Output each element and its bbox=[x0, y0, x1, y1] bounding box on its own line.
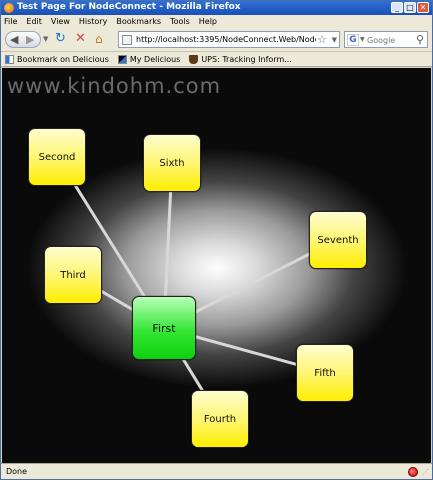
status-text: Done bbox=[6, 467, 28, 476]
maximize-button[interactable]: □ bbox=[404, 2, 416, 13]
record-indicator-icon[interactable] bbox=[408, 467, 418, 477]
address-bar[interactable]: http://localhost:3395/NodeConnect.Web/No… bbox=[118, 31, 340, 48]
search-icon[interactable]: ⚲ bbox=[416, 33, 424, 46]
ups-icon bbox=[189, 54, 199, 64]
menu-edit[interactable]: Edit bbox=[26, 17, 42, 26]
engine-dropdown-icon[interactable]: ▼ bbox=[360, 36, 365, 43]
node-first[interactable]: First bbox=[132, 296, 196, 360]
url-text[interactable]: http://localhost:3395/NodeConnect.Web/No… bbox=[136, 35, 316, 44]
url-dropdown-icon[interactable]: ▼ bbox=[332, 36, 337, 44]
menu-bar: File Edit View History Bookmarks Tools H… bbox=[1, 15, 432, 28]
menu-tools[interactable]: Tools bbox=[170, 17, 190, 26]
bookmark-label: UPS: Tracking Inform... bbox=[201, 54, 292, 64]
menu-history[interactable]: History bbox=[79, 17, 107, 26]
back-button[interactable]: ◀ bbox=[10, 33, 18, 46]
bookmark-on-delicious[interactable]: Bookmark on Delicious bbox=[5, 54, 109, 64]
node-label: Fifth bbox=[314, 367, 336, 379]
node-fourth[interactable]: Fourth bbox=[191, 390, 249, 448]
node-label: First bbox=[152, 321, 176, 335]
bookmark-ups-tracking[interactable]: UPS: Tracking Inform... bbox=[189, 54, 292, 64]
menu-bookmarks[interactable]: Bookmarks bbox=[116, 17, 161, 26]
node-seventh[interactable]: Seventh bbox=[309, 211, 367, 269]
node-fifth[interactable]: Fifth bbox=[296, 344, 354, 402]
menu-help[interactable]: Help bbox=[199, 17, 217, 26]
bookmark-my-delicious[interactable]: My Delicious bbox=[117, 54, 181, 64]
status-bar: Done ⋰ bbox=[1, 463, 432, 479]
node-label: Second bbox=[38, 151, 76, 163]
forward-button[interactable]: ▶ bbox=[26, 33, 34, 46]
delicious-icon bbox=[117, 54, 127, 64]
stop-button[interactable]: ✕ bbox=[75, 31, 89, 48]
delicious-icon bbox=[5, 54, 14, 64]
menu-view[interactable]: View bbox=[51, 17, 70, 26]
node-third[interactable]: Third bbox=[44, 246, 102, 304]
resize-grip-icon[interactable]: ⋰ bbox=[422, 469, 430, 478]
browser-window: Test Page For NodeConnect - Mozilla Fire… bbox=[0, 0, 433, 480]
window-title: Test Page For NodeConnect - Mozilla Fire… bbox=[17, 2, 241, 12]
bookmark-label: My Delicious bbox=[129, 54, 181, 64]
node-label: Sixth bbox=[159, 157, 185, 169]
history-dropdown-icon[interactable]: ▼ bbox=[43, 35, 51, 52]
node-second[interactable]: Second bbox=[28, 128, 86, 186]
reload-button[interactable]: ↻ bbox=[55, 31, 69, 48]
node-label: Fourth bbox=[203, 413, 237, 425]
page-content: www.kindohm.com Second Sixth Seventh Thi… bbox=[2, 68, 431, 463]
node-label: Third bbox=[60, 269, 86, 281]
bookmarks-toolbar: Bookmark on Delicious My Delicious UPS: … bbox=[1, 52, 432, 67]
node-label: Seventh bbox=[317, 234, 359, 246]
search-input[interactable] bbox=[367, 34, 415, 46]
google-engine-icon[interactable]: G bbox=[347, 34, 359, 46]
menu-file[interactable]: File bbox=[4, 17, 17, 26]
search-bar[interactable]: G ▼ ⚲ bbox=[344, 31, 428, 48]
page-favicon-icon bbox=[122, 35, 132, 45]
minimize-button[interactable]: _ bbox=[391, 2, 403, 13]
home-button[interactable]: ⌂ bbox=[95, 32, 111, 49]
back-forward-group: ◀ ▶ bbox=[5, 31, 41, 48]
bookmark-label: Bookmark on Delicious bbox=[17, 54, 109, 64]
title-bar[interactable]: Test Page For NodeConnect - Mozilla Fire… bbox=[1, 1, 432, 15]
bookmark-star-icon[interactable]: ☆ bbox=[317, 33, 327, 46]
navigation-toolbar: ◀ ▶ ▼ ↻ ✕ ⌂ http://localhost:3395/NodeCo… bbox=[1, 28, 432, 52]
node-sixth[interactable]: Sixth bbox=[143, 134, 201, 192]
firefox-icon bbox=[4, 3, 14, 13]
close-button[interactable]: ✕ bbox=[417, 2, 429, 13]
